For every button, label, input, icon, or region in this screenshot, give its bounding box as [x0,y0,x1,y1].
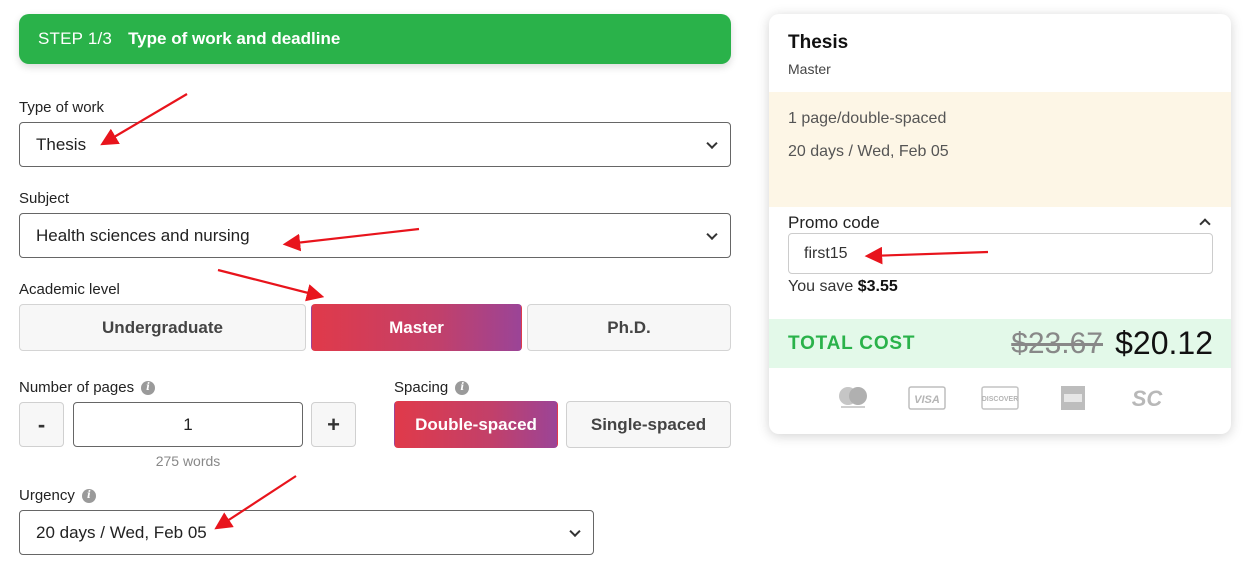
level-undergraduate-button[interactable]: Undergraduate [19,304,306,351]
subject-label: Subject [19,190,69,207]
arrow-to-academic-level [217,268,325,302]
subject-label-text: Subject [19,190,70,207]
level-phd-label: Ph.D. [607,317,651,337]
urgency-label-text: Urgency [19,487,75,504]
promo-code-input[interactable]: first15 [788,233,1213,274]
type-of-work-label-text: Type of work [19,99,105,116]
total-cost-bar: TOTAL COST $23.67 $20.12 [769,319,1231,368]
level-undergraduate-label: Undergraduate [102,317,223,337]
svg-text:DISCOVER: DISCOVER [982,396,1019,403]
word-count: 275 words [155,453,221,469]
summary-pages-line: 1 page/double-spaced [788,110,947,127]
new-price: $20.12 [1115,325,1213,361]
summary-level: Master [788,61,831,77]
subject-select[interactable]: Health sciences and nursing [19,213,731,258]
amex-icon [1054,385,1092,411]
summary-title: Thesis [788,32,849,53]
single-spaced-button[interactable]: Single-spaced [566,401,731,448]
double-spaced-label: Double-spaced [415,414,537,434]
pages-label-text: Number of pages [19,379,135,396]
chevron-up-icon[interactable] [1199,218,1211,230]
academic-level-label-text: Academic level [19,281,120,298]
urgency-value: 20 days / Wed, Feb 05 [36,522,207,542]
urgency-select[interactable]: 20 days / Wed, Feb 05 [19,510,594,555]
pages-input[interactable]: 1 [73,402,303,447]
level-phd-button[interactable]: Ph.D. [527,304,731,351]
promo-code-value: first15 [804,244,848,262]
pages-minus-button[interactable]: - [19,402,64,447]
type-of-work-select[interactable]: Thesis [19,122,731,167]
total-cost-label: TOTAL COST [788,332,916,354]
step-number: STEP 1/3 [38,29,113,48]
pages-plus-button[interactable]: + [311,402,356,447]
savings-prefix: You save [788,278,854,295]
info-icon[interactable]: i [81,488,96,503]
spacing-label-text: Spacing [394,379,449,396]
pages-value: 1 [183,414,193,434]
type-of-work-label: Type of work [19,99,104,116]
summary-details: 1 page/double-spaced 20 days / Wed, Feb … [769,92,1231,207]
pages-label: Number of pages i [19,379,156,396]
chevron-down-icon [706,137,718,149]
step-title: Type of work and deadline [128,29,341,48]
chevron-down-icon [706,228,718,240]
payment-methods: VISA DISCOVER SC [769,380,1231,416]
spacing-label: Spacing i [394,379,470,396]
step-header: STEP 1/3 Type of work and deadline [19,14,731,64]
level-master-label: Master [389,317,444,337]
urgency-label: Urgency i [19,487,96,504]
old-price: $23.67 [1011,326,1103,360]
single-spaced-label: Single-spaced [590,414,707,434]
discover-icon: DISCOVER [981,385,1019,411]
level-master-button[interactable]: Master [311,304,522,351]
info-icon[interactable]: i [455,380,470,395]
order-summary-card: Thesis Master 1 page/double-spaced 20 da… [769,14,1231,434]
info-icon[interactable]: i [141,380,156,395]
double-spaced-button[interactable]: Double-spaced [394,401,558,448]
svg-text:SC: SC [1131,386,1163,411]
visa-icon: VISA [907,385,946,411]
savings-text: You save $3.55 [788,278,898,296]
subject-value: Health sciences and nursing [36,225,250,245]
summary-deadline-line: 20 days / Wed, Feb 05 [788,143,949,160]
svg-text:VISA: VISA [914,394,940,406]
minus-label: - [37,411,46,437]
savings-amount: $3.55 [857,278,898,295]
chevron-down-icon [569,525,581,537]
plus-label: + [327,411,340,437]
sc-icon: SC [1128,385,1166,411]
academic-level-label: Academic level [19,281,120,298]
promo-code-label: Promo code [788,213,880,232]
mastercard-icon [834,385,872,411]
type-of-work-value: Thesis [36,134,87,154]
